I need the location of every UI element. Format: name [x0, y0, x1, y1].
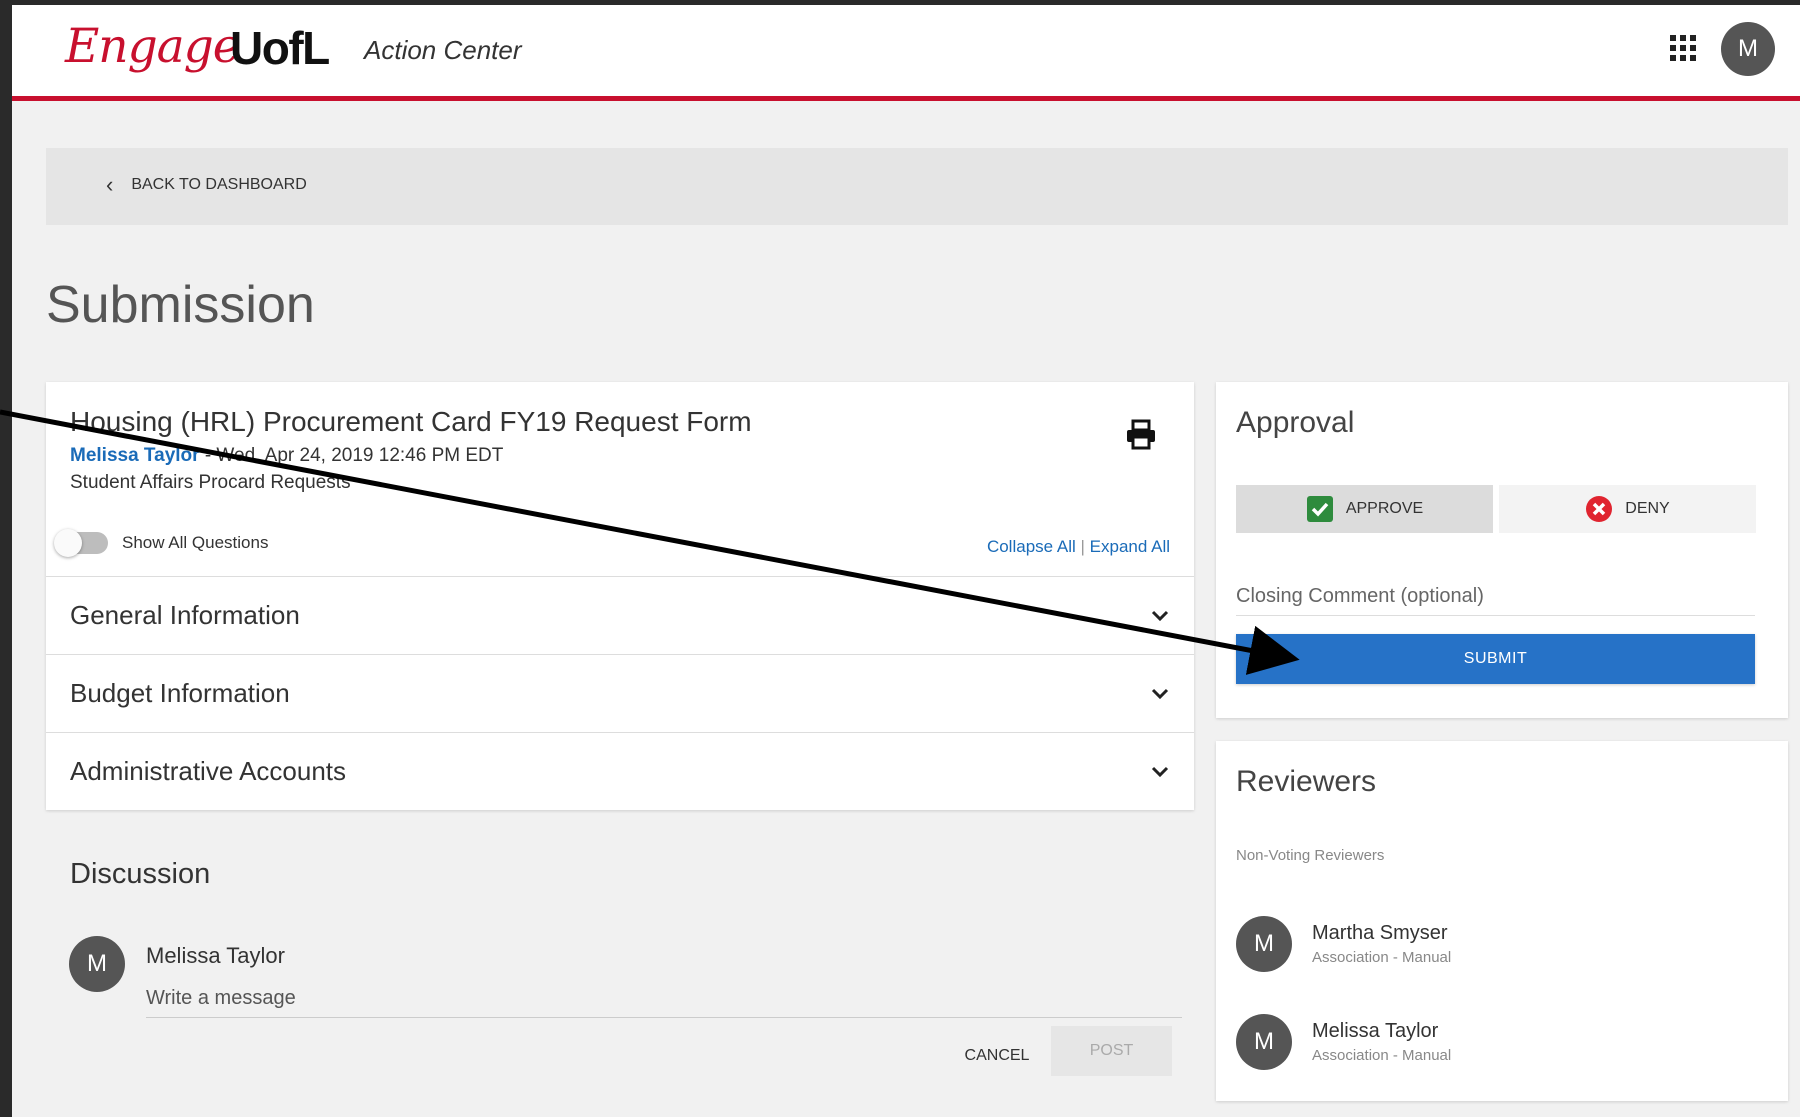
- app-title: Action Center: [364, 35, 522, 65]
- user-avatar[interactable]: M: [1721, 22, 1775, 76]
- form-subtitle: Student Affairs Procard Requests: [70, 472, 351, 493]
- reviewer-item: M Martha Smyser Association - Manual: [1236, 916, 1451, 972]
- section-budget-information[interactable]: Budget Information: [46, 654, 1194, 732]
- reviewers-title: Reviewers: [1236, 765, 1377, 798]
- cancel-button[interactable]: CANCEL: [952, 1032, 1042, 1080]
- section-title: Budget Information: [70, 678, 290, 708]
- show-all-questions-toggle[interactable]: [54, 529, 108, 557]
- app-window: Engage UofL Action Center M ‹ BACK TO DA…: [12, 5, 1800, 1117]
- apps-grid-icon[interactable]: [1670, 35, 1696, 61]
- post-button[interactable]: POST: [1051, 1026, 1172, 1076]
- approve-label: APPROVE: [1345, 500, 1424, 517]
- approval-card: Approval APPROVE DENY SUBMIT: [1216, 382, 1788, 718]
- chevron-left-icon: ‹: [106, 172, 114, 197]
- page-title: Submission: [46, 276, 315, 334]
- message-input[interactable]: [146, 980, 1182, 1018]
- closing-comment-input[interactable]: [1236, 578, 1755, 616]
- reviewer-name: Melissa Taylor: [1312, 1020, 1439, 1042]
- collapse-expand-links: Collapse All | Expand All: [987, 537, 1170, 557]
- deny-label: DENY: [1625, 500, 1670, 517]
- discussion-avatar: M: [69, 936, 125, 992]
- toggle-label: Show All Questions: [122, 533, 269, 552]
- discussion-title: Discussion: [70, 858, 211, 890]
- section-title: General Information: [70, 600, 300, 630]
- reviewer-role: Association - Manual: [1312, 1047, 1452, 1064]
- submit-button[interactable]: SUBMIT: [1236, 634, 1755, 684]
- section-administrative-accounts[interactable]: Administrative Accounts: [46, 732, 1194, 810]
- top-header: Engage UofL Action Center M: [12, 5, 1800, 101]
- show-all-questions-row: Show All Questions: [54, 529, 269, 557]
- section-general-information[interactable]: General Information: [46, 576, 1194, 654]
- form-author-link[interactable]: Melissa Taylor: [70, 445, 200, 466]
- approval-title: Approval: [1236, 406, 1355, 439]
- non-voting-reviewers-label: Non-Voting Reviewers: [1236, 847, 1385, 864]
- form-title: Housing (HRL) Procurement Card FY19 Requ…: [70, 406, 752, 437]
- reviewer-name: Martha Smyser: [1312, 922, 1448, 944]
- chevron-down-icon: [1151, 688, 1169, 699]
- reviewer-avatar: M: [1236, 1014, 1292, 1070]
- back-label: BACK TO DASHBOARD: [131, 176, 307, 193]
- link-separator: |: [1075, 537, 1090, 556]
- reviewer-role: Association - Manual: [1312, 949, 1452, 966]
- back-bar: ‹ BACK TO DASHBOARD: [46, 148, 1788, 225]
- reviewer-item: M Melissa Taylor Association - Manual: [1236, 1014, 1451, 1070]
- collapse-all-link[interactable]: Collapse All: [987, 537, 1076, 556]
- approve-option[interactable]: APPROVE: [1236, 485, 1493, 533]
- chevron-down-icon: [1151, 766, 1169, 777]
- reviewer-avatar: M: [1236, 916, 1292, 972]
- check-icon: [1306, 496, 1333, 522]
- discussion-user-name: Melissa Taylor: [146, 943, 285, 968]
- deny-x-icon: [1586, 496, 1613, 522]
- reviewers-card: Reviewers Non-Voting Reviewers M Martha …: [1216, 741, 1788, 1101]
- form-date: - Wed, Apr 24, 2019 12:46 PM EDT: [199, 445, 504, 466]
- form-meta: Melissa Taylor - Wed, Apr 24, 2019 12:46…: [70, 445, 503, 467]
- form-card: Housing (HRL) Procurement Card FY19 Requ…: [46, 382, 1194, 810]
- back-to-dashboard-link[interactable]: ‹ BACK TO DASHBOARD: [106, 174, 307, 196]
- deny-option[interactable]: DENY: [1499, 485, 1756, 533]
- logo-engage: Engage: [65, 19, 241, 74]
- logo-uofl: UofL: [230, 22, 330, 74]
- chevron-down-icon: [1151, 610, 1169, 621]
- expand-all-link[interactable]: Expand All: [1090, 537, 1170, 556]
- section-title: Administrative Accounts: [70, 756, 347, 786]
- print-icon[interactable]: [1124, 418, 1158, 452]
